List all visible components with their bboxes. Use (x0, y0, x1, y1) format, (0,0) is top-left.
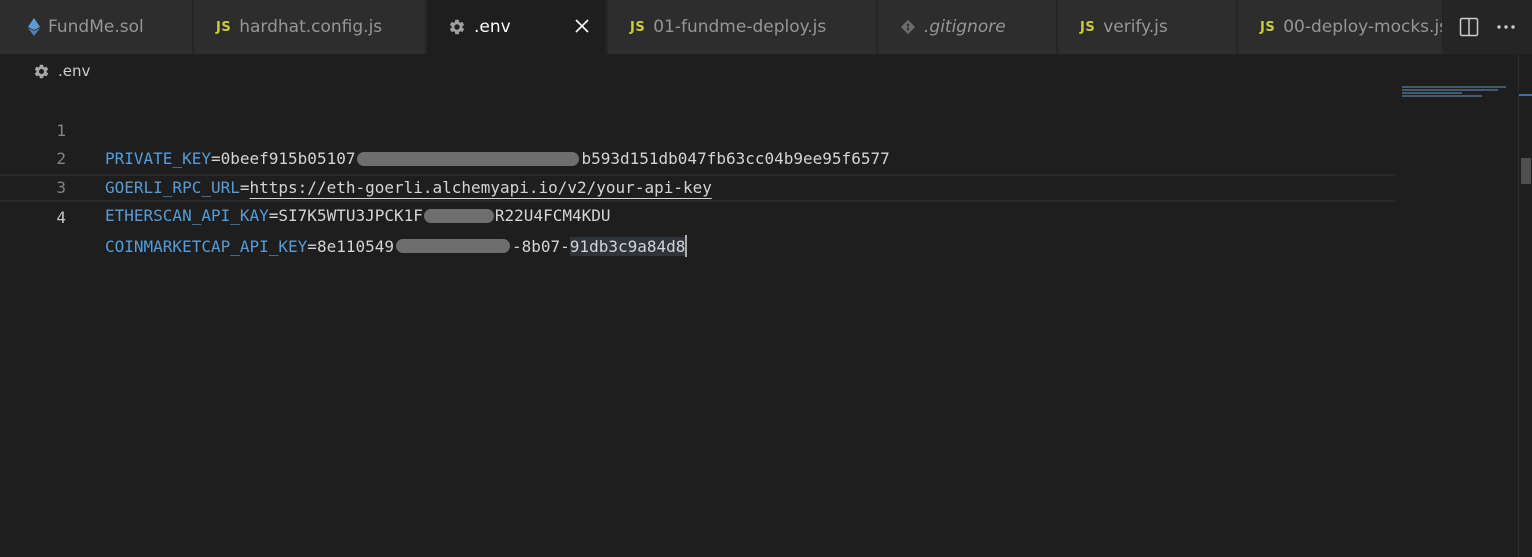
line-text: COINMARKETCAP_API_KEY=8e110549 -8b07-91db… (105, 233, 688, 262)
selected-text: 91db3c9a84d8 (569, 236, 686, 256)
js-icon: JS (1260, 19, 1276, 35)
breadcrumb[interactable]: .env (33, 58, 90, 84)
minimap-line (1402, 89, 1498, 91)
tab-fundme-sol[interactable]: FundMe.sol (0, 0, 193, 54)
code-editor: FundMe.sol JS hardhat.config.js .env JS … (0, 0, 1532, 557)
ethereum-icon (28, 18, 40, 36)
code-line[interactable]: 1 PRIVATE_KEY=0beef915b05107 b593d151db04… (0, 88, 1395, 169)
gear-icon (33, 63, 50, 80)
git-icon (900, 19, 916, 35)
scroll-position-marker (1519, 94, 1532, 96)
code-content[interactable]: 1 PRIVATE_KEY=0beef915b05107 b593d151db04… (0, 88, 1395, 257)
minimap-line (1402, 86, 1506, 88)
tab-label: 00-deploy-mocks.js (1283, 17, 1443, 37)
code-line[interactable]: 3 ETHERSCAN_API_KAY=SI7K5WTU3JPCK1F R22U4… (0, 145, 1395, 226)
tab-label: 01-fundme-deploy.js (653, 17, 827, 37)
env-value-mid: -8b07- (512, 236, 570, 256)
tab-00-deploy-mocks[interactable]: JS 00-deploy-mocks.js (1238, 0, 1443, 54)
tab-env[interactable]: .env (427, 0, 607, 54)
tab-label: verify.js (1103, 17, 1168, 37)
equals-sign: = (268, 206, 279, 225)
env-value-end: R22U4FCM4KDU (494, 206, 611, 225)
tab-label: .gitignore (924, 17, 1006, 37)
code-line-current[interactable]: 4 COINMARKETCAP_API_KEY=8e110549 -8b07-91… (0, 173, 1395, 257)
env-key: ETHERSCAN_API_KAY (105, 206, 269, 225)
tab-label: FundMe.sol (48, 17, 144, 37)
tab-label: hardhat.config.js (239, 17, 383, 37)
equals-sign: = (307, 236, 317, 256)
minimap-line (1402, 92, 1462, 94)
env-value-start: SI7K5WTU3JPCK1F (278, 206, 423, 225)
more-actions-icon[interactable] (1496, 24, 1516, 30)
js-icon: JS (630, 19, 646, 35)
tab-bar: FundMe.sol JS hardhat.config.js .env JS … (0, 0, 1532, 54)
text-cursor (685, 235, 688, 257)
minimap-line (1402, 95, 1482, 97)
redaction-blur (423, 208, 494, 223)
split-editor-icon[interactable] (1459, 17, 1479, 37)
tab-verify[interactable]: JS verify.js (1058, 0, 1237, 54)
js-icon: JS (1080, 19, 1096, 35)
tab-label: .env (474, 17, 511, 37)
tab-gitignore[interactable]: .gitignore (878, 0, 1057, 54)
tab-hardhat-config[interactable]: JS hardhat.config.js (194, 0, 426, 54)
env-key: COINMARKETCAP_API_KEY (105, 236, 308, 256)
line-number: 4 (56, 208, 66, 227)
tab-01-fundme-deploy[interactable]: JS 01-fundme-deploy.js (608, 0, 877, 54)
close-icon[interactable] (572, 16, 592, 36)
scrollbar-thumb[interactable] (1521, 158, 1531, 184)
editor-actions (1442, 0, 1532, 54)
redaction-blur (396, 239, 510, 253)
code-line[interactable]: 2 GOERLI_RPC_URL=https://eth-goerli.alch… (0, 117, 1395, 197)
env-value-start: 8e110549 (316, 236, 394, 256)
minimap[interactable] (1402, 86, 1516, 98)
line-text: ETHERSCAN_API_KAY=SI7K5WTU3JPCK1F R22U4FC… (105, 202, 611, 231)
gear-icon (448, 18, 466, 36)
js-icon: JS (216, 19, 232, 35)
breadcrumb-file[interactable]: .env (58, 62, 90, 80)
vertical-scrollbar[interactable] (1518, 54, 1532, 557)
